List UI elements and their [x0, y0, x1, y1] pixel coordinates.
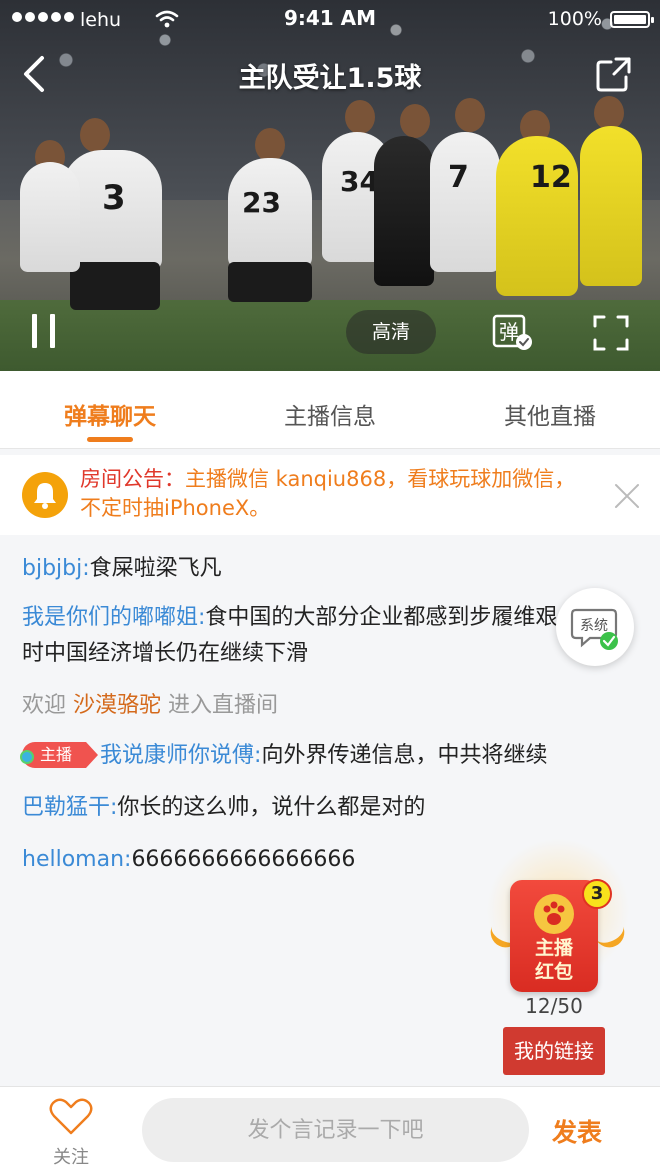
chat-input[interactable]	[142, 1098, 529, 1162]
room-notice: 房间公告：主播微信 kanqiu868，看球玩球加微信，不定时抽iPhoneX。	[0, 455, 660, 535]
chat-text: 食屎啦梁飞凡	[89, 556, 222, 581]
chat-message: 巴勒猛干:你长的这么帅，说什么都是对的	[22, 790, 622, 826]
paw-icon	[534, 894, 574, 934]
follow-label: 关注	[53, 1147, 89, 1168]
chat-text: 向外界传递信息，中共将继续	[261, 743, 548, 768]
chat-nickname[interactable]: 巴勒猛干:	[22, 795, 117, 820]
chat-nickname[interactable]: 我说康师你说傅:	[100, 743, 261, 768]
heart-icon	[49, 1098, 93, 1135]
notice-text: 房间公告：主播微信 kanqiu868，看球玩球加微信，不定时抽iPhoneX。	[80, 465, 590, 523]
red-packet-label-line2: 红包	[534, 961, 573, 983]
tab-danmu-chat[interactable]: 弹幕聊天	[0, 371, 220, 448]
my-link-button[interactable]: 我的链接	[503, 1027, 605, 1075]
chat-nickname[interactable]: bjbjbj:	[22, 556, 90, 581]
danmu-toggle-icon: 弹	[492, 314, 532, 350]
welcome-message: 欢迎 沙漠骆驼 进入直播间	[22, 688, 622, 724]
danmu-toggle-label: 弹	[499, 320, 519, 344]
battery-percentage: 100%	[547, 8, 602, 30]
chat-text: 你长的这么帅，说什么都是对的	[117, 795, 426, 820]
chat-message: bjbjbj:食屎啦梁飞凡	[22, 551, 622, 587]
red-packet-count: 12/50	[525, 994, 583, 1018]
pitch-background	[0, 300, 660, 371]
pause-icon[interactable]	[28, 312, 60, 350]
host-chat-message: 主播 我说康师你说傅:向外界传递信息，中共将继续	[19, 738, 622, 774]
bell-icon	[22, 472, 68, 518]
welcome-suffix: 进入直播间	[168, 693, 279, 718]
chat-nickname[interactable]: 我是你们的嘟嘟姐:	[22, 605, 205, 630]
danmu-toggle-button[interactable]: 弹	[492, 314, 536, 352]
page-title: 主队受让1.5球	[238, 63, 422, 94]
tab-bar: 弹幕聊天 主播信息 其他直播	[0, 371, 660, 449]
red-packet-label: 主播 红包	[510, 936, 598, 984]
system-button-label: 系统	[580, 618, 608, 634]
video-player[interactable]: 3 23 34 7 12 lehu 9:41 AM 100% 主队受让1.5球 …	[0, 0, 660, 371]
share-icon[interactable]	[594, 54, 634, 94]
welcome-prefix: 欢迎	[22, 693, 67, 718]
red-packet-label-line1: 主播	[534, 937, 573, 959]
battery-icon	[610, 11, 654, 28]
follow-button[interactable]: 关注	[40, 1095, 102, 1169]
chat-text: 6666666666666666	[131, 847, 356, 872]
close-icon[interactable]	[614, 483, 640, 509]
quality-selector-button[interactable]: 高清	[346, 310, 436, 354]
bottom-bar: 关注 发表	[0, 1086, 660, 1173]
tab-other-live[interactable]: 其他直播	[440, 371, 660, 448]
red-packet-badge: 3	[582, 879, 612, 909]
send-button[interactable]: 发表	[552, 1113, 602, 1149]
host-badge: 主播	[19, 742, 99, 768]
fullscreen-icon[interactable]	[592, 314, 630, 352]
chat-message: 我是你们的嘟嘟姐:食中国的大部分企业都感到步履维艰。此时中国经济增长仍在继续下滑	[22, 600, 602, 672]
chat-nickname[interactable]: helloman:	[22, 847, 131, 872]
welcome-username[interactable]: 沙漠骆驼	[73, 693, 161, 718]
system-chat-icon: 系统	[570, 608, 618, 650]
status-bar: lehu 9:41 AM 100%	[0, 0, 660, 38]
tab-host-info[interactable]: 主播信息	[220, 371, 440, 448]
notice-label: 房间公告：	[80, 467, 185, 491]
system-message-button[interactable]: 系统	[556, 588, 634, 666]
